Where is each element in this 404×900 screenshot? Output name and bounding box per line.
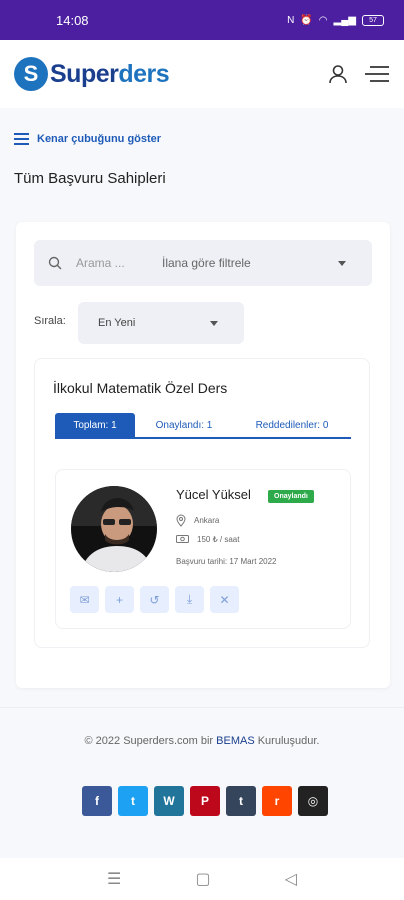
wordpress-icon: W [163,794,175,808]
avatar[interactable] [71,486,157,572]
signal-icon: ▂▄▆ [333,14,356,26]
download-icon: ⤓ [186,592,193,606]
instagram-button[interactable]: ◎ [298,786,328,816]
pinterest-icon: P [200,794,209,808]
battery-level: 57 [369,16,377,24]
logo-text: Superders [50,59,170,89]
back-icon[interactable]: ◁ [285,869,297,889]
undo-button[interactable]: ↺ [140,586,169,613]
header-actions [328,64,390,84]
tab-rejected[interactable]: Reddedilenler: 0 [233,413,351,437]
sidebar-toggle-button[interactable]: Kenar çubuğunu göster [14,133,161,145]
user-icon[interactable] [328,64,348,84]
social-links: f t W P t r ◎ [82,786,328,816]
applicant-card: Yücel Yüksel Onaylandı Ankara 150 ₺ / sa… [55,469,351,629]
application-date: Başvuru tarihi: 17 Mart 2022 [176,557,277,566]
copyright-before: © 2022 Superders.com bir [84,735,217,747]
applicants-card: Arama ... İlana göre filtrele Sırala: En… [16,222,390,688]
applicant-city: Ankara [176,514,219,527]
list-icon [14,133,29,145]
applicant-actions: ✉ + ↺ ⤓ ✕ [70,586,239,613]
sidebar-toggle-label: Kenar çubuğunu göster [37,133,162,145]
message-button[interactable]: ✉ [70,586,99,613]
listing-panel: İlkokul Matematik Özel Ders Toplam: 1 On… [34,358,370,648]
applicant-name: Yücel Yüksel [176,487,251,502]
reddit-icon: r [274,794,280,808]
logo-mark-icon: S [14,57,48,91]
status-badge: Onaylandı [268,490,314,503]
alarm-icon: ⏰ [300,14,313,26]
facebook-button[interactable]: f [82,786,112,816]
download-button[interactable]: ⤓ [175,586,204,613]
plus-icon: + [115,592,123,607]
listing-filter-select[interactable]: İlana göre filtrele [162,256,338,270]
wifi-icon: ◠ [318,14,328,26]
reject-button[interactable]: ✕ [210,586,239,613]
copyright-text: © 2022 Superders.com bir BEMAS Kuruluşud… [0,735,404,747]
search-bar: Arama ... İlana göre filtrele [34,240,372,286]
battery-icon: 57 [362,14,384,26]
copyright-after: Kuruluşudur. [254,735,320,747]
money-icon [176,535,189,543]
hamburger-menu-icon[interactable] [364,64,390,84]
home-icon[interactable]: ▢ [195,869,210,889]
page-title: Tüm Başvuru Sahipleri [14,170,166,187]
recent-apps-icon[interactable]: ☰ [107,869,121,889]
search-icon [48,256,62,270]
sort-select[interactable]: En Yeni [78,302,244,344]
tumblr-button[interactable]: t [226,786,256,816]
facebook-icon: f [95,794,99,808]
status-time: 14:08 [56,12,89,28]
undo-icon: ↺ [149,592,160,607]
close-icon: ✕ [219,592,230,607]
applicant-price-text: 150 ₺ / saat [197,534,240,544]
tab-approved[interactable]: Onaylandı: 1 [135,413,233,437]
site-logo[interactable]: S Superders [14,57,170,91]
add-button[interactable]: + [105,586,134,613]
applicant-city-text: Ankara [194,516,220,525]
instagram-icon: ◎ [307,794,319,808]
status-bar: 14:08 N ⏰ ◠ ▂▄▆ 57 [0,0,404,40]
wordpress-button[interactable]: W [154,786,184,816]
mail-icon: ✉ [79,592,90,607]
applicant-tabs: Toplam: 1 Onaylandı: 1 Reddedilenler: 0 [55,413,351,439]
search-input[interactable]: Arama ... [76,256,162,270]
status-icons: N ⏰ ◠ ▂▄▆ 57 [287,14,384,26]
sort-label: Sırala: [34,315,66,327]
reddit-button[interactable]: r [262,786,292,816]
twitter-icon: t [131,794,135,808]
location-pin-icon [176,514,186,527]
logo-text-a: Super [50,59,119,88]
footer-divider [0,707,404,708]
site-header: S Superders [0,40,404,108]
pinterest-button[interactable]: P [190,786,220,816]
listing-title: İlkokul Matematik Özel Ders [53,380,228,396]
footer-brand-link[interactable]: BEMAS [216,735,255,747]
chevron-down-icon [210,320,218,326]
twitter-button[interactable]: t [118,786,148,816]
applicant-price: 150 ₺ / saat [176,534,239,544]
tab-total[interactable]: Toplam: 1 [55,413,135,437]
chevron-down-icon[interactable] [338,260,346,266]
android-nav-bar: ☰ ▢ ◁ [0,858,404,900]
tumblr-icon: t [239,794,243,808]
logo-text-b: ders [118,59,170,88]
nfc-icon: N [287,14,295,26]
sort-value: En Yeni [98,317,136,329]
